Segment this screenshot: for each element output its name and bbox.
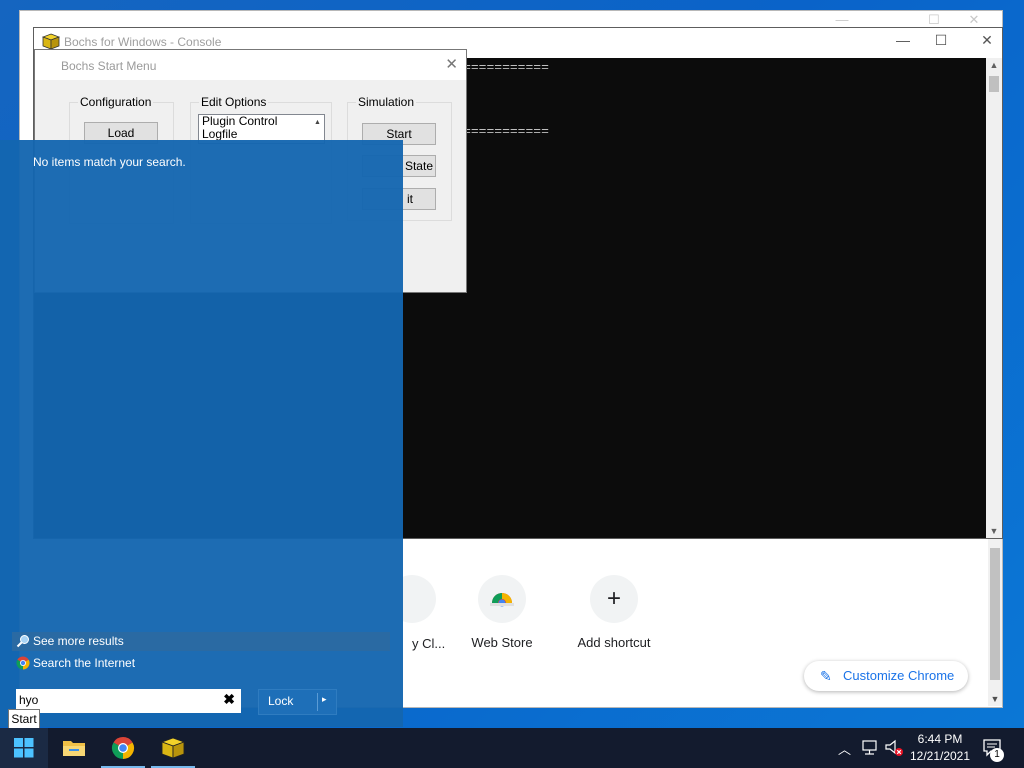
start-tooltip: Start	[8, 709, 40, 729]
clear-search-icon[interactable]: ✖	[223, 691, 235, 708]
taskbar: ︿ 6:44 PM 12/21/2021 1	[0, 728, 1024, 768]
search-input[interactable]	[19, 692, 209, 708]
console-maximize-button[interactable]: ☐	[918, 32, 964, 49]
plus-icon: +	[590, 575, 638, 623]
dialog-title: Bochs Start Menu	[61, 59, 157, 73]
console-scrollbar-thumb[interactable]	[989, 76, 999, 92]
lock-button[interactable]: Lock ▸	[258, 689, 337, 715]
folder-icon	[63, 741, 85, 756]
power-options-arrow-icon[interactable]: ▸	[322, 694, 327, 705]
no-results-text: No items match your search.	[33, 155, 186, 169]
chrome-icon	[111, 737, 135, 759]
windows-logo-icon	[14, 738, 34, 758]
shortcut-label: Web Store	[471, 635, 533, 650]
chrome-scrollbar-thumb[interactable]	[990, 548, 1000, 680]
volume-muted-icon[interactable]	[884, 739, 904, 757]
scroll-up-arrow-icon[interactable]: ▲	[986, 60, 1002, 70]
notification-center-button[interactable]: 1	[980, 736, 1008, 762]
scroll-up-arrow-icon[interactable]: ▲	[312, 116, 323, 129]
shortcut-label: Add shortcut	[577, 635, 651, 650]
console-close-button[interactable]: ✕	[964, 32, 1010, 49]
console-scrollbar[interactable]: ▲ ▼	[986, 58, 1002, 538]
dialog-titlebar: Bochs Start Menu ✕	[35, 50, 466, 80]
shortcut-label: y Cl...	[412, 636, 446, 651]
see-more-results-item[interactable]: See more results	[12, 632, 390, 651]
show-hidden-icons-chevron-icon[interactable]: ︿	[838, 739, 851, 758]
file-explorer-button[interactable]	[50, 728, 98, 768]
web-store-icon	[478, 575, 526, 623]
edit-options-group-title: Edit Options	[199, 95, 269, 109]
search-icon	[16, 632, 30, 654]
start-button[interactable]	[0, 728, 48, 768]
search-internet-item[interactable]: Search the Internet	[12, 654, 390, 673]
lock-label: Lock	[268, 694, 294, 708]
shortcut-tile-web-store[interactable]: Web Store	[446, 575, 558, 650]
start-menu: No items match your search. See more res…	[0, 140, 403, 727]
bochs-taskbar-button[interactable]	[149, 728, 197, 768]
pencil-icon: ✎	[820, 668, 832, 684]
clock-time: 6:44 PM	[917, 732, 963, 746]
chrome-taskbar-button[interactable]	[99, 728, 147, 768]
customize-chrome-button[interactable]: ✎ Customize Chrome	[804, 661, 968, 691]
bochs-icon	[161, 737, 185, 759]
dialog-close-button[interactable]: ✕	[445, 55, 458, 73]
scroll-down-arrow-icon[interactable]: ▼	[986, 526, 1002, 536]
console-title: Bochs for Windows - Console	[64, 35, 222, 49]
configuration-group-title: Configuration	[78, 95, 154, 109]
notification-count-badge: 1	[990, 748, 1004, 762]
chrome-icon	[16, 654, 30, 676]
network-icon[interactable]	[862, 740, 880, 756]
start-search-box[interactable]: ✖	[16, 689, 241, 713]
clock[interactable]: 6:44 PM 12/21/2021	[905, 731, 975, 765]
scroll-down-arrow-icon[interactable]: ▼	[988, 694, 1002, 704]
clock-date: 12/21/2021	[909, 749, 971, 763]
shortcut-tile-add[interactable]: + Add shortcut	[558, 575, 670, 650]
simulation-group-title: Simulation	[356, 95, 417, 109]
chrome-scrollbar[interactable]: ▼	[988, 536, 1002, 706]
lock-divider	[317, 693, 318, 711]
bochs-icon	[42, 33, 60, 50]
customize-chrome-label: Customize Chrome	[843, 668, 955, 683]
